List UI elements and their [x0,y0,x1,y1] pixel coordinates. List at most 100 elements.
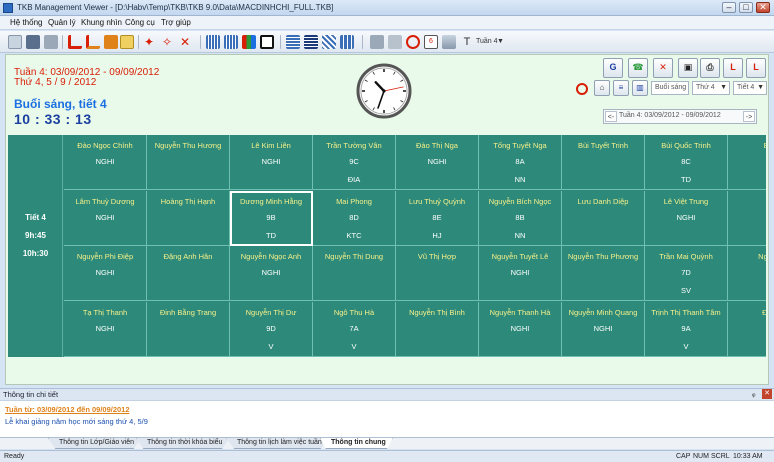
schedule-cell[interactable]: Hoàng Thị Hạnh [147,190,230,246]
pin-icon[interactable]: ᵩ [752,389,756,398]
disk-save-icon[interactable]: ▣ [678,58,698,78]
timer-icon[interactable] [576,83,588,95]
schedule-cell[interactable]: Nguyễn Ngọc Anh NGHI [230,246,313,301]
week-label[interactable]: Tuần 4 [476,38,498,45]
tab-general[interactable]: Thông tin chung [320,438,393,449]
menu-he-thong[interactable]: Hệ thống [10,18,42,27]
schedule-cell[interactable]: Đoà [728,302,766,357]
schedule-cell[interactable]: Nguyễn Thị Dung [313,246,396,301]
layout-l-icon[interactable] [68,35,82,49]
phone-icon[interactable]: ☎ [628,58,648,78]
schedule-cell[interactable]: Đặng Anh Hân [147,246,230,301]
layout-l-large-icon[interactable]: L [723,58,743,78]
schedule-cell[interactable]: Dương Minh Hằng 9B TD [230,190,313,246]
menu-tro-giup[interactable]: Trợ giúp [161,18,191,27]
schedule-cell[interactable]: Bùi Quốc Trinh 8C TD [645,135,728,190]
magic-wand-icon[interactable]: ✦ [144,35,158,49]
prev-week-button[interactable]: <- [605,111,617,122]
table-view-4-icon[interactable] [340,35,354,49]
layout-l2-icon[interactable] [86,35,100,49]
maximize-button[interactable]: □ [739,2,753,13]
tab-weekly-schedule[interactable]: Thông tin lịch làm việc tuần [226,438,329,449]
bar-icon[interactable] [442,35,456,49]
layout-l-blue-icon[interactable]: L [746,58,766,78]
schedule-cell[interactable]: Lưu Thuý Quỳnh 8E HJ [396,190,479,246]
save-icon[interactable] [26,35,40,49]
schedule-cell[interactable] [728,191,766,246]
chart-icon[interactable] [242,35,256,49]
menu-quan-ly[interactable]: Quản lý [48,18,76,27]
schedule-cell[interactable]: Lâm Thuỳ Dương NGHI [64,190,147,246]
note-icon[interactable] [120,35,134,49]
delete-icon[interactable]: ✕ [653,58,673,78]
grid-view-icon[interactable] [206,35,220,49]
schedule-cell[interactable]: Ngô Thu Hà 7A V [313,301,396,357]
next-week-button[interactable]: -> [743,111,755,122]
schedule-cell[interactable]: Nguyễn Thị Bình [396,301,479,357]
print-icon[interactable] [44,35,58,49]
menu-khung-nhin[interactable]: Khung nhìn [81,18,122,27]
cross-tools-icon[interactable]: ✕ [180,35,194,49]
schedule-cell[interactable]: Đào Thị Nga NGHI [396,135,479,190]
teacher-name: Trần Mai Quỳnh [659,252,713,261]
text-t-icon[interactable]: T [460,35,474,49]
table-view-2-icon[interactable] [304,35,318,49]
teacher-name: Lê Việt Trung [663,196,709,206]
period-select[interactable]: Tiết 4 ▼ [733,81,767,95]
active-view-icon[interactable] [260,35,274,49]
clock-icon[interactable] [406,35,420,49]
grid-view-2-icon[interactable] [224,35,238,49]
printer-icon[interactable]: ⎙ [700,58,720,78]
schedule-cell[interactable]: Trần Tường Vân 9C ĐIA [313,135,396,190]
schedule-cell[interactable]: Nguyễ [728,246,766,301]
cell-line-1: 8A [515,157,525,166]
schedule-cell[interactable]: Bùi Tuyết Trinh [562,135,645,190]
calendar-icon[interactable] [388,35,402,49]
week-nav-value[interactable]: Tuần 4: 03/09/2012 - 09/09/2012 [619,112,721,119]
week-detail-link[interactable]: Tuần từ: 03/09/2012 đến 09/09/2012 [5,405,130,414]
chevron-down-icon[interactable]: ▼ [497,38,504,45]
schedule-cell[interactable]: Nguyễn Thị Dư 9D V [230,301,313,357]
close-button[interactable]: ✕ [756,2,770,13]
bars-icon[interactable]: ▥ [632,80,648,96]
schedule-cell[interactable]: Trịnh Thị Thanh Tâm 9A V [645,301,728,357]
schedule-cell[interactable]: Nguyễn Thanh Hà NGHI [479,301,562,357]
schedule-cell[interactable]: Lê Việt Trung NGHI [645,190,728,246]
menu-cong-cu[interactable]: Công cụ [125,18,155,27]
period-label: Tiết 4 [25,213,46,222]
schedule-cell[interactable]: Nguyễn Bích Ngọc 8B NN [479,190,562,246]
schedule-cell[interactable]: Bùi [728,135,766,190]
schedule-cell[interactable]: Nguyễn Phi Điệp NGHI [64,246,147,301]
schedule-cell[interactable]: Nguyễn Minh Quang NGHI [562,301,645,357]
tab-class-teacher[interactable]: Thông tin Lớp/Giáo viên [48,438,142,449]
schedule-cell[interactable]: Đào Ngọc Chính NGHI [64,135,147,190]
schedule-cell[interactable]: Lưu Danh Diệp [562,190,645,246]
tab-timetable[interactable]: Thông tin thời khóa biểu [136,438,230,449]
schedule-cell[interactable]: Nguyễn Thu Phương [562,246,645,301]
export-icon[interactable] [104,35,118,49]
open-folder-icon[interactable] [8,35,22,49]
table-view-3-icon[interactable] [322,35,336,49]
date-icon[interactable]: 6 [424,35,438,49]
schedule-cell[interactable]: Mai Phong 8D KTC [313,190,396,246]
schedule-cell[interactable]: Nguyễn Tuyết Lê NGHI [479,246,562,301]
schedule-cell[interactable]: Tạ Thị Thanh NGHI [64,301,147,357]
schedule-cell[interactable]: Trần Mai Quỳnh 7D SV [645,246,728,301]
wand-refresh-icon[interactable]: ✧ [162,35,176,49]
panel-close-icon[interactable]: ✕ [762,389,772,399]
schedule-grid: Tiết 4 9h:45 10h:30 Đào Ngọc Chính NGHI Ng… [8,135,766,357]
minimize-button[interactable]: – [722,2,736,13]
schedule-cell[interactable]: Đinh Bằng Trang [147,301,230,357]
schedule-cell[interactable]: Vũ Thị Hợp [396,246,479,301]
list-icon[interactable]: ≡ [613,80,629,96]
session-select[interactable]: Buổi sáng [651,81,689,95]
teacher-view-icon[interactable]: G [603,58,623,78]
day-select[interactable]: Thứ 4 ▼ [692,81,730,95]
building-icon[interactable] [370,35,384,49]
schedule-cell[interactable]: Lê Kim Liên NGHI [230,135,313,190]
door-icon[interactable]: ⌂ [594,80,610,96]
table-view-icon[interactable] [286,35,300,49]
teacher-name: Bùi Tuyết Trinh [577,141,629,150]
schedule-cell[interactable]: Nguyễn Thu Hương [147,135,230,190]
schedule-cell[interactable]: Tống Tuyết Nga 8A NN [479,135,562,190]
